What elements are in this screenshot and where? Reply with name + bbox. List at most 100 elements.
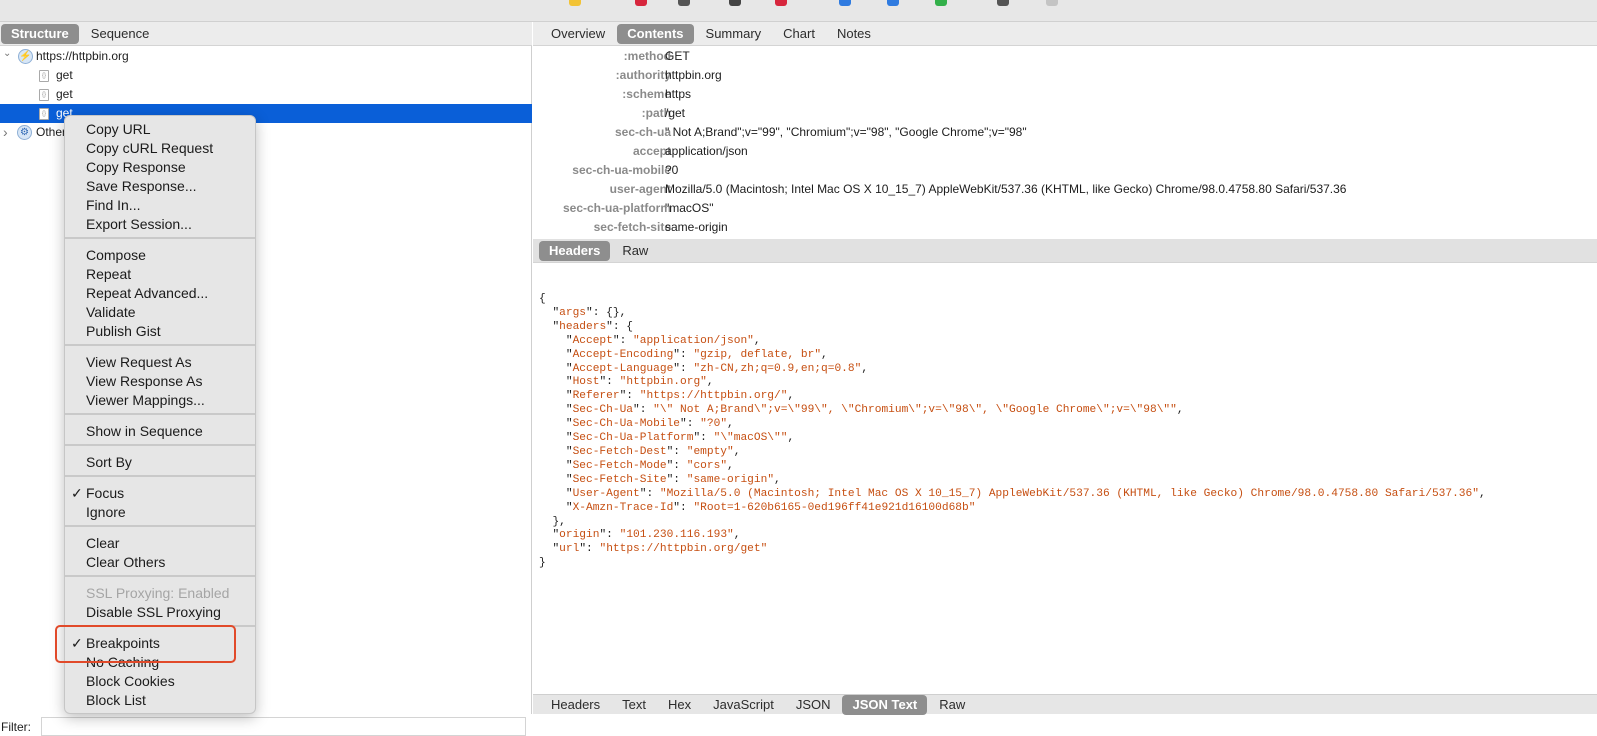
json-key: X-Amzn-Trace-Id (572, 501, 674, 514)
menu-item-compose[interactable]: Compose (86, 246, 146, 265)
json-punct: : {}, (592, 306, 627, 319)
json-line: "Sec-Fetch-Mode": "cors", (565, 459, 734, 472)
json-line: "Sec-Fetch-Dest": "empty", (565, 445, 741, 458)
tab-javascript[interactable]: JavaScript (703, 695, 784, 715)
header-value[interactable]: https (665, 85, 691, 104)
menu-item-ssl-proxying-enabled: SSL Proxying: Enabled (86, 584, 229, 603)
settings-icon[interactable] (1046, 0, 1058, 6)
tab-json[interactable]: JSON (786, 695, 841, 715)
header-value[interactable]: application/json (665, 142, 748, 161)
tab-structure[interactable]: Structure (1, 23, 79, 44)
tab-sequence[interactable]: Sequence (81, 24, 160, 44)
tab-summary[interactable]: Summary (696, 24, 772, 44)
breakpoint-icon[interactable] (729, 0, 741, 6)
header-value[interactable]: GET (665, 47, 690, 66)
tick-icon[interactable] (935, 0, 947, 6)
menu-item-export-session[interactable]: Export Session... (86, 215, 192, 234)
menu-item-validate[interactable]: Validate (86, 303, 136, 322)
menu-item-sort-by[interactable]: Sort By▶ (86, 453, 132, 472)
json-key: args (559, 306, 587, 319)
menu-item-copy-response[interactable]: Copy Response (86, 158, 186, 177)
tree-request-label: get (56, 68, 73, 82)
tab-headers[interactable]: Headers (539, 240, 611, 261)
tab-overview[interactable]: Overview (541, 24, 615, 44)
lightbulb-icon[interactable] (569, 0, 581, 6)
request-header-row: :method GET (533, 47, 1597, 66)
menu-item-label: Copy Response (86, 159, 186, 175)
record-icon[interactable] (635, 0, 647, 6)
menu-item-show-in-sequence[interactable]: Show in Sequence (86, 422, 203, 441)
json-string-value: application/json (639, 334, 748, 347)
menu-item-copy-url[interactable]: Copy URL (86, 120, 151, 139)
header-value[interactable]: "macOS" (665, 199, 714, 218)
menu-item-copy-curl-request[interactable]: Copy cURL Request (86, 139, 213, 158)
tree-request-row[interactable]: {} get (0, 85, 532, 104)
lightning-globe-icon: ⚡ (18, 49, 33, 64)
header-value[interactable]: Mozilla/5.0 (Macintosh; Intel Mac OS X 1… (665, 180, 1346, 199)
menu-item-publish-gist[interactable]: Publish Gist (86, 322, 161, 341)
menu-item-label: Repeat (86, 266, 132, 282)
menu-item-block-list[interactable]: Block List (86, 691, 146, 710)
tree-host-row[interactable]: ⌄ ⚡ https://httpbin.org (0, 47, 532, 66)
menu-item-view-response-as[interactable]: View Response As▶ (86, 372, 202, 391)
header-name: sec-ch-ua-mobile (572, 163, 671, 177)
menu-item-focus[interactable]: Focus ✓ (71, 484, 124, 503)
menu-item-repeat-advanced[interactable]: Repeat Advanced... (86, 284, 208, 303)
menu-item-label: Ignore (86, 504, 126, 520)
filter-input[interactable] (41, 717, 526, 736)
header-value[interactable]: ?0 (665, 161, 678, 180)
json-line: "Referer": "https://httpbin.org/", (565, 390, 795, 403)
menu-item-label: View Request As (86, 354, 192, 370)
json-line: }, (539, 516, 1486, 530)
header-value[interactable]: same-origin (665, 218, 728, 237)
header-value[interactable]: httpbin.org (665, 66, 722, 85)
header-value[interactable]: /get (665, 104, 685, 123)
menu-item-repeat[interactable]: Repeat (86, 265, 131, 284)
tab-chart[interactable]: Chart (773, 24, 825, 44)
tab-notes[interactable]: Notes (827, 24, 881, 44)
json-line: "Sec-Ch-Ua-Mobile": "?0", (565, 418, 734, 431)
json-punct: , (706, 376, 714, 389)
json-line: "Accept-Language": "zh-CN,zh;q=0.9,en;q=… (565, 362, 869, 375)
menu-item-clear-others[interactable]: Clear Others (86, 553, 165, 572)
throttle-icon[interactable] (678, 0, 690, 6)
tree-request-row[interactable]: {} get (0, 66, 532, 85)
pen-icon[interactable] (839, 0, 851, 6)
json-punct: , (821, 348, 828, 361)
header-name: user-agent (609, 182, 671, 196)
tools-icon[interactable] (997, 0, 1009, 6)
tab-json-text[interactable]: JSON Text (842, 695, 928, 715)
json-string-value: zh-CN,zh;q=0.9,en;q=0.8 (700, 362, 855, 375)
json-string-value: cors (693, 459, 721, 472)
menu-item-save-response[interactable]: Save Response... (86, 177, 197, 196)
tab-text[interactable]: Text (612, 695, 656, 715)
tab-raw[interactable]: Raw (929, 695, 975, 715)
main-toolbar (0, 0, 1597, 22)
response-tab-bar: Headers Text Hex JavaScript JSON JSON Text Raw (533, 694, 1597, 715)
menu-item-label: Publish Gist (86, 323, 161, 339)
menu-separator (65, 444, 255, 446)
menu-item-view-request-as[interactable]: View Request As▶ (86, 353, 192, 372)
check-icon[interactable] (775, 0, 787, 6)
menu-separator (65, 475, 255, 477)
menu-item-ignore[interactable]: Ignore (86, 503, 126, 522)
menu-item-label: Clear Others (86, 554, 166, 570)
menu-item-label: Disable SSL Proxying (86, 604, 221, 620)
menu-item-clear[interactable]: Clear (86, 534, 119, 553)
tab-headers[interactable]: Headers (541, 695, 610, 715)
json-key: Sec-Ch-Ua-Mobile (572, 418, 680, 431)
menu-item-find-in[interactable]: Find In... (86, 196, 140, 215)
header-value[interactable]: " Not A;Brand";v="99", "Chromium";v="98"… (665, 123, 1027, 142)
tab-raw[interactable]: Raw (612, 241, 658, 261)
json-punct: , (733, 529, 741, 542)
disclosure-open-icon[interactable]: ⌄ (3, 44, 11, 63)
disclosure-closed-icon[interactable]: › (3, 123, 8, 142)
menu-item-block-cookies[interactable]: Block Cookies (86, 672, 175, 691)
menu-item-label: Viewer Mappings... (86, 392, 205, 408)
menu-item-disable-ssl-proxying[interactable]: Disable SSL Proxying (86, 603, 221, 622)
menu-item-viewer-mappings[interactable]: Viewer Mappings... (86, 391, 205, 410)
refresh-icon[interactable] (887, 0, 899, 6)
tab-contents[interactable]: Contents (617, 23, 694, 44)
json-file-icon: {} (39, 108, 49, 120)
tab-hex[interactable]: Hex (658, 695, 701, 715)
